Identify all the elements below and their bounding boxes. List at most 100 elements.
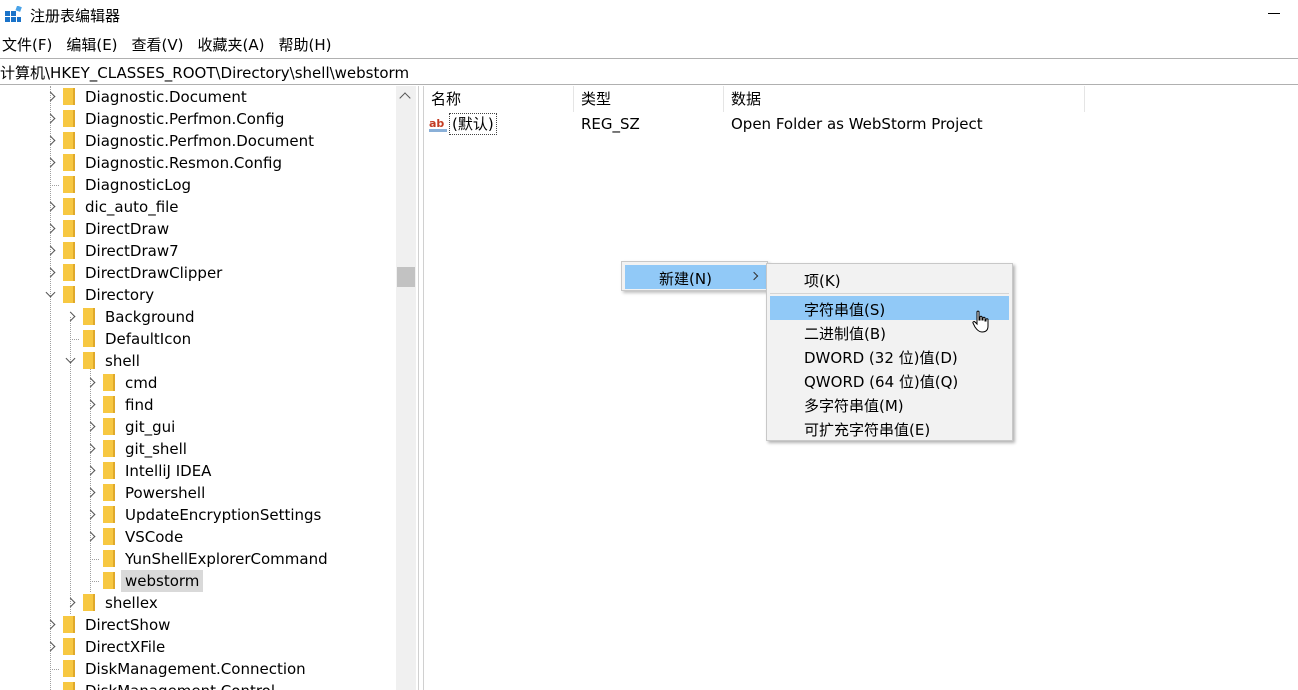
tree-item[interactable]: Diagnostic.Perfmon.Document [0, 130, 396, 152]
tree-item[interactable]: Background [0, 306, 396, 328]
tree-item-label[interactable]: YunShellExplorerCommand [121, 548, 332, 570]
tree-item-label[interactable]: Powershell [121, 482, 209, 504]
expand-arrow-icon[interactable] [85, 482, 97, 504]
tree-item-label[interactable]: Diagnostic.Perfmon.Document [81, 130, 318, 152]
submenu-item-multi-string-value[interactable]: 多字符串值(M) [770, 392, 1009, 416]
tree-item-label[interactable]: Directory [81, 284, 158, 306]
tree-item-label[interactable]: cmd [121, 372, 161, 394]
tree-item[interactable]: DirectDraw7 [0, 240, 396, 262]
tree-item[interactable]: shell [0, 350, 396, 372]
expand-arrow-icon[interactable] [85, 372, 97, 394]
tree-item[interactable]: DirectDraw [0, 218, 396, 240]
tree-scrollbar[interactable] [396, 86, 416, 690]
expand-arrow-icon[interactable] [45, 86, 57, 108]
tree-item[interactable]: YunShellExplorerCommand [0, 548, 396, 570]
tree-item[interactable]: shellex [0, 592, 396, 614]
tree-item-label[interactable]: shell [101, 350, 144, 372]
expand-arrow-icon[interactable] [65, 592, 77, 614]
expand-arrow-icon[interactable] [45, 636, 57, 658]
menu-file[interactable]: 文件(F) [0, 34, 59, 56]
expand-arrow-icon[interactable] [85, 416, 97, 438]
expand-arrow-icon[interactable] [45, 196, 57, 218]
tree-item-label[interactable]: DirectDraw7 [81, 240, 183, 262]
tree-item-label[interactable]: DiskManagement.Connection [81, 658, 310, 680]
tree-item[interactable]: DiskManagement.Connection [0, 658, 396, 680]
tree-item[interactable]: IntelliJ IDEA [0, 460, 396, 482]
tree-item[interactable]: git_shell [0, 438, 396, 460]
tree-item-label[interactable]: webstorm [121, 570, 204, 592]
tree-item-label[interactable]: DirectXFile [81, 636, 169, 658]
tree-item[interactable]: dic_auto_file [0, 196, 396, 218]
submenu-item-key[interactable]: 项(K) [770, 267, 1009, 291]
expand-arrow-icon[interactable] [85, 460, 97, 482]
tree-item[interactable]: DirectDrawClipper [0, 262, 396, 284]
submenu-item-qword-value[interactable]: QWORD (64 位)值(Q) [770, 368, 1009, 392]
expand-arrow-icon[interactable] [45, 130, 57, 152]
expand-arrow-icon[interactable] [85, 504, 97, 526]
value-name[interactable]: (默认) [449, 113, 497, 135]
scroll-up-icon[interactable] [399, 92, 411, 104]
tree-item-label[interactable]: DefaultIcon [101, 328, 195, 350]
tree-item-label[interactable]: Diagnostic.Resmon.Config [81, 152, 286, 174]
value-row[interactable]: ab (默认) REG_SZ Open Folder as WebStorm P… [424, 113, 1298, 135]
tree-item-label[interactable]: git_shell [121, 438, 191, 460]
expand-arrow-icon[interactable] [45, 218, 57, 240]
tree-item[interactable]: DefaultIcon [0, 328, 396, 350]
expand-arrow-icon[interactable] [45, 240, 57, 262]
tree-item-label[interactable]: Diagnostic.Perfmon.Config [81, 108, 288, 130]
tree-item-label[interactable]: Background [101, 306, 199, 328]
expand-arrow-icon[interactable] [65, 306, 77, 328]
address-path[interactable]: 计算机\HKEY_CLASSES_ROOT\Directory\shell\we… [0, 62, 409, 83]
tree-item-label[interactable]: find [121, 394, 157, 416]
tree-item-label[interactable]: DiagnosticLog [81, 174, 195, 196]
expand-arrow-icon[interactable] [45, 108, 57, 130]
context-menu-new[interactable]: 新建(N) [625, 265, 766, 289]
registry-tree[interactable]: Diagnostic.Document Diagnostic.Perfmon.Co… [0, 86, 396, 690]
tree-item[interactable]: UpdateEncryptionSettings [0, 504, 396, 526]
minimize-button[interactable] [1252, 0, 1298, 32]
tree-item-label[interactable]: DiskManagement.Control [81, 680, 279, 690]
tree-item[interactable]: find [0, 394, 396, 416]
expand-arrow-icon[interactable] [45, 262, 57, 284]
address-bar[interactable]: 计算机\HKEY_CLASSES_ROOT\Directory\shell\we… [0, 58, 1298, 85]
menu-help[interactable]: 帮助(H) [276, 34, 338, 56]
tree-item-label[interactable]: shellex [101, 592, 162, 614]
tree-item-label[interactable]: UpdateEncryptionSettings [121, 504, 325, 526]
tree-item[interactable]: Powershell [0, 482, 396, 504]
collapse-arrow-icon[interactable] [45, 284, 57, 306]
tree-item-label[interactable]: Diagnostic.Document [81, 86, 251, 108]
tree-item-label[interactable]: VSCode [121, 526, 187, 548]
tree-item[interactable]: DirectShow [0, 614, 396, 636]
tree-item[interactable]: Directory [0, 284, 396, 306]
tree-item[interactable]: DiskManagement.Control [0, 680, 396, 690]
column-header-type[interactable]: 类型 [574, 86, 724, 112]
expand-arrow-icon[interactable] [45, 152, 57, 174]
menu-edit[interactable]: 编辑(E) [64, 34, 124, 56]
expand-arrow-icon[interactable] [85, 438, 97, 460]
tree-item[interactable]: VSCode [0, 526, 396, 548]
menu-view[interactable]: 查看(V) [130, 34, 191, 56]
submenu-item-dword-value[interactable]: DWORD (32 位)值(D) [770, 344, 1009, 368]
tree-item-label[interactable]: DirectDraw [81, 218, 173, 240]
expand-arrow-icon[interactable] [85, 394, 97, 416]
column-header-data[interactable]: 数据 [724, 86, 1085, 112]
expand-arrow-icon[interactable] [45, 614, 57, 636]
submenu-item-expandable-string-value[interactable]: 可扩充字符串值(E) [770, 416, 1009, 440]
collapse-arrow-icon[interactable] [65, 350, 77, 372]
scroll-thumb[interactable] [397, 267, 415, 287]
tree-item[interactable]: Diagnostic.Perfmon.Config [0, 108, 396, 130]
tree-item[interactable]: DiagnosticLog [0, 174, 396, 196]
menu-favorites[interactable]: 收藏夹(A) [196, 34, 272, 56]
expand-arrow-icon[interactable] [85, 526, 97, 548]
tree-item-label[interactable]: dic_auto_file [81, 196, 183, 218]
tree-item[interactable]: cmd [0, 372, 396, 394]
tree-item-label[interactable]: git_gui [121, 416, 179, 438]
tree-item[interactable]: Diagnostic.Document [0, 86, 396, 108]
column-header-name[interactable]: 名称 [424, 86, 574, 112]
tree-item[interactable]: DirectXFile [0, 636, 396, 658]
tree-item-label[interactable]: DirectDrawClipper [81, 262, 226, 284]
tree-item-label[interactable]: IntelliJ IDEA [121, 460, 215, 482]
tree-item-label[interactable]: DirectShow [81, 614, 174, 636]
tree-item[interactable]: Diagnostic.Resmon.Config [0, 152, 396, 174]
tree-item[interactable]: git_gui [0, 416, 396, 438]
